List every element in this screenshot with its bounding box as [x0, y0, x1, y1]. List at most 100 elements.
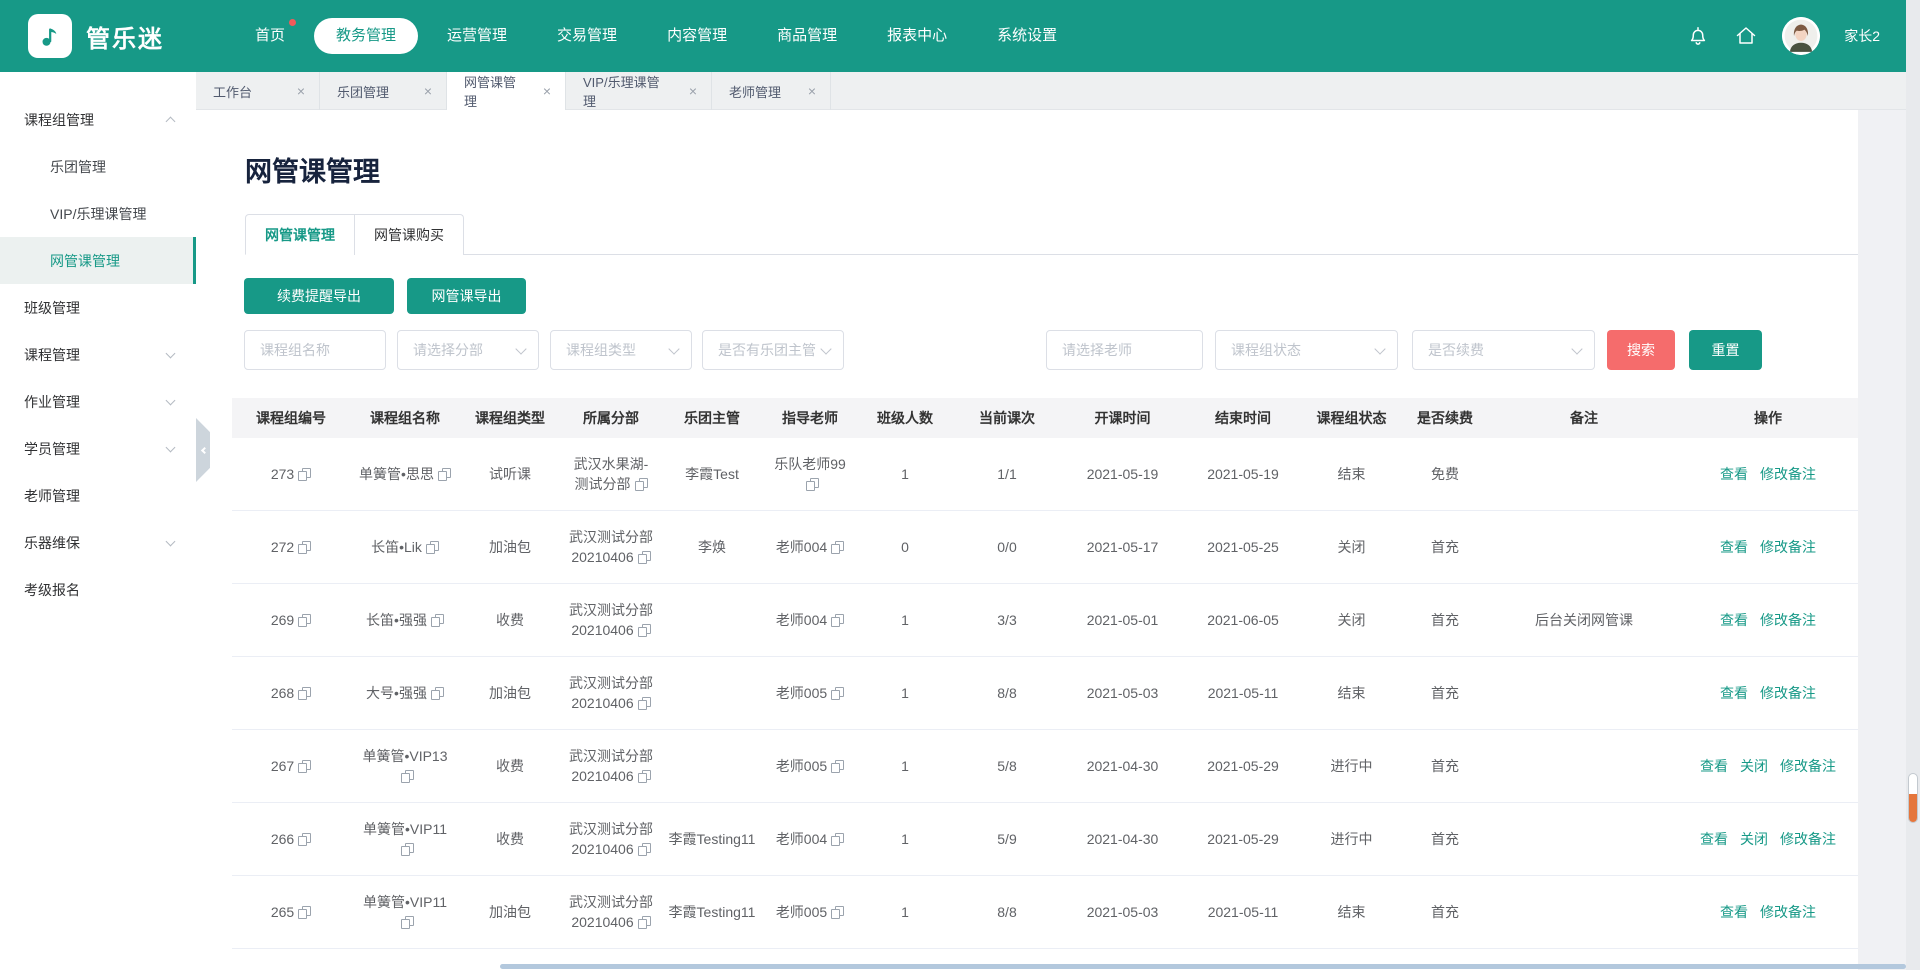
sidebar-item-4[interactable]: 网管课管理: [0, 237, 196, 284]
copy-icon[interactable]: [831, 760, 844, 773]
close-tab-icon[interactable]: ×: [424, 83, 432, 99]
row-action-link[interactable]: 查看: [1700, 758, 1728, 774]
sidebar-item-5[interactable]: 班级管理: [0, 284, 196, 331]
reset-button[interactable]: 重置: [1689, 330, 1762, 370]
copy-icon[interactable]: [401, 843, 414, 856]
row-action-link[interactable]: 关闭: [1740, 758, 1768, 774]
copy-icon[interactable]: [831, 833, 844, 846]
opened-tab-2[interactable]: 乐团管理×: [320, 72, 447, 110]
nav-item-4[interactable]: 交易管理: [536, 18, 638, 54]
sidebar-item-8[interactable]: 学员管理: [0, 425, 196, 472]
user-avatar[interactable]: [1782, 17, 1820, 55]
subtab-1[interactable]: 网管课管理: [245, 214, 355, 255]
opened-tab-5[interactable]: 老师管理×: [712, 72, 831, 110]
horizontal-scrollbar-thumb[interactable]: [500, 964, 1906, 969]
opened-tab-3[interactable]: 网管课管理×: [447, 72, 566, 110]
export-button-2[interactable]: 网管课导出: [407, 278, 526, 314]
copy-icon[interactable]: [638, 843, 651, 856]
sidebar-item-2[interactable]: 乐团管理: [0, 143, 196, 190]
row-action-link[interactable]: 关闭: [1740, 831, 1768, 847]
vertical-scrollbar-track[interactable]: [1906, 0, 1920, 970]
nav-item-8[interactable]: 系统设置: [976, 18, 1078, 54]
nav-item-6[interactable]: 商品管理: [756, 18, 858, 54]
filter-select-7[interactable]: [1412, 330, 1595, 370]
sidebar-item-6[interactable]: 课程管理: [0, 331, 196, 378]
bell-icon[interactable]: [1686, 24, 1710, 48]
copy-icon[interactable]: [431, 614, 444, 627]
filter-input-5[interactable]: [1046, 330, 1203, 370]
sidebar-item-9[interactable]: 老师管理: [0, 472, 196, 519]
sidebar-item-7[interactable]: 作业管理: [0, 378, 196, 425]
nav-item-5[interactable]: 内容管理: [646, 18, 748, 54]
copy-icon[interactable]: [438, 468, 451, 481]
row-action-link[interactable]: 修改备注: [1780, 758, 1836, 774]
copy-icon[interactable]: [298, 468, 311, 481]
copy-icon[interactable]: [635, 478, 648, 491]
row-action-link[interactable]: 查看: [1700, 831, 1728, 847]
filter-field[interactable]: [1413, 331, 1594, 369]
export-button-1[interactable]: 续费提醒导出: [244, 278, 394, 314]
copy-icon[interactable]: [298, 833, 311, 846]
filter-select-2[interactable]: [397, 330, 539, 370]
filter-field[interactable]: [703, 331, 843, 369]
nav-item-2[interactable]: 教务管理: [314, 18, 418, 54]
copy-icon[interactable]: [298, 906, 311, 919]
copy-icon[interactable]: [831, 541, 844, 554]
copy-icon[interactable]: [298, 614, 311, 627]
sidebar-item-3[interactable]: VIP/乐理课管理: [0, 190, 196, 237]
row-action-link[interactable]: 查看: [1720, 466, 1748, 482]
close-tab-icon[interactable]: ×: [297, 83, 305, 99]
filter-field[interactable]: [551, 331, 691, 369]
filter-field[interactable]: [1047, 331, 1202, 369]
nav-item-1[interactable]: 首页: [234, 18, 306, 54]
row-action-link[interactable]: 修改备注: [1760, 904, 1816, 920]
row-action-link[interactable]: 修改备注: [1760, 466, 1816, 482]
vertical-scrollbar-thumb[interactable]: [1908, 773, 1918, 823]
filter-field[interactable]: [1216, 331, 1397, 369]
close-tab-icon[interactable]: ×: [808, 83, 816, 99]
close-tab-icon[interactable]: ×: [543, 83, 551, 99]
copy-icon[interactable]: [401, 770, 414, 783]
row-action-link[interactable]: 修改备注: [1780, 831, 1836, 847]
filter-select-3[interactable]: [550, 330, 692, 370]
filter-input-1[interactable]: [244, 330, 386, 370]
brand-logo[interactable]: [28, 14, 72, 58]
copy-icon[interactable]: [638, 770, 651, 783]
copy-icon[interactable]: [431, 687, 444, 700]
copy-icon[interactable]: [831, 906, 844, 919]
sidebar-item-1[interactable]: 课程组管理: [0, 96, 196, 143]
search-button[interactable]: 搜索: [1607, 330, 1675, 370]
close-tab-icon[interactable]: ×: [689, 83, 697, 99]
home-icon[interactable]: [1734, 24, 1758, 48]
copy-icon[interactable]: [831, 614, 844, 627]
subtab-2[interactable]: 网管课购买: [354, 214, 464, 255]
filter-field[interactable]: [245, 331, 385, 369]
sidebar-item-10[interactable]: 乐器维保: [0, 519, 196, 566]
opened-tab-4[interactable]: VIP/乐理课管理×: [566, 72, 712, 110]
filter-select-6[interactable]: [1215, 330, 1398, 370]
row-action-link[interactable]: 查看: [1720, 685, 1748, 701]
filter-field[interactable]: [398, 331, 538, 369]
copy-icon[interactable]: [831, 687, 844, 700]
row-action-link[interactable]: 修改备注: [1760, 612, 1816, 628]
copy-icon[interactable]: [806, 478, 819, 491]
copy-icon[interactable]: [298, 760, 311, 773]
row-action-link[interactable]: 修改备注: [1760, 685, 1816, 701]
copy-icon[interactable]: [638, 697, 651, 710]
filter-select-4[interactable]: [702, 330, 844, 370]
copy-icon[interactable]: [298, 687, 311, 700]
copy-icon[interactable]: [401, 916, 414, 929]
username-label[interactable]: 家长2: [1844, 26, 1880, 46]
nav-item-7[interactable]: 报表中心: [866, 18, 968, 54]
nav-item-3[interactable]: 运营管理: [426, 18, 528, 54]
row-action-link[interactable]: 修改备注: [1760, 539, 1816, 555]
opened-tab-1[interactable]: 工作台×: [196, 72, 320, 110]
copy-icon[interactable]: [638, 624, 651, 637]
row-action-link[interactable]: 查看: [1720, 904, 1748, 920]
copy-icon[interactable]: [426, 541, 439, 554]
copy-icon[interactable]: [638, 551, 651, 564]
row-action-link[interactable]: 查看: [1720, 539, 1748, 555]
copy-icon[interactable]: [638, 916, 651, 929]
copy-icon[interactable]: [298, 541, 311, 554]
sidebar-item-11[interactable]: 考级报名: [0, 566, 196, 613]
